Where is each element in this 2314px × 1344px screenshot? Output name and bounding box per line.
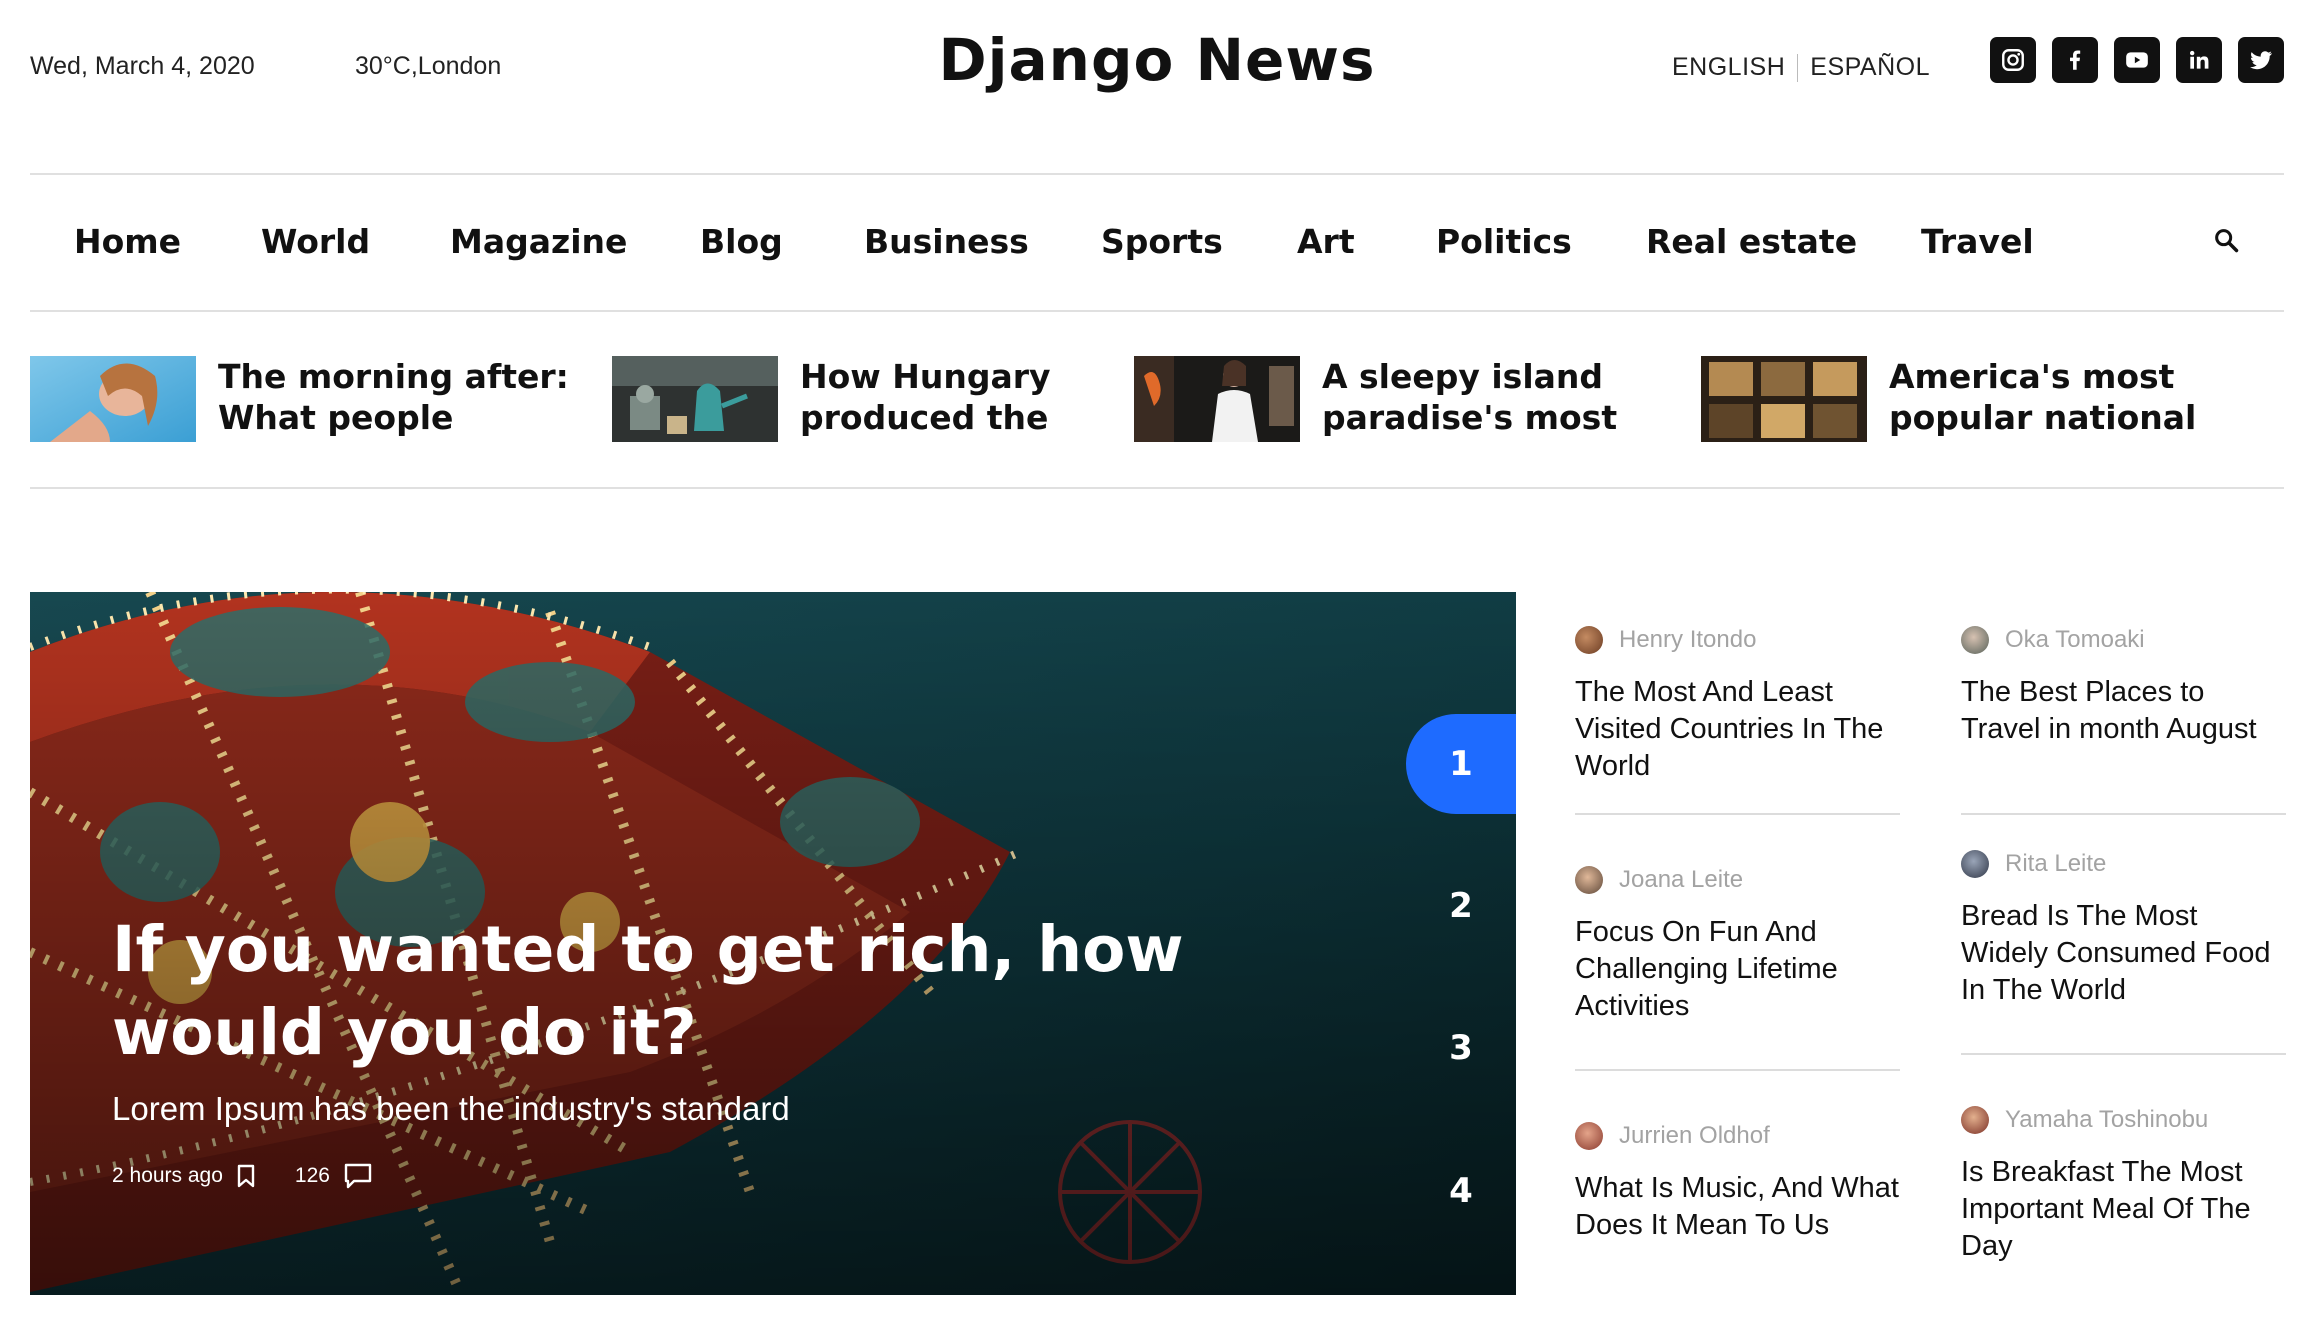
trending-item[interactable]: How Hungary produced the (612, 356, 1180, 442)
article-title[interactable]: Focus On Fun And Challenging Lifetime Ac… (1575, 914, 1900, 1025)
trending-thumbnail (612, 356, 778, 442)
facebook-icon[interactable] (2052, 37, 2098, 83)
side-article[interactable]: Henry Itondo The Most And Least Visited … (1575, 626, 1900, 785)
nav-blog[interactable]: Blog (700, 222, 783, 261)
pager-item-4[interactable]: 4 (1406, 1141, 1516, 1241)
nav-sports[interactable]: Sports (1101, 222, 1223, 261)
article-divider (1961, 1053, 2286, 1055)
side-article[interactable]: Joana Leite Focus On Fun And Challenging… (1575, 866, 1900, 1025)
pager-item-1[interactable]: 1 (1406, 714, 1516, 814)
trending-title[interactable]: A sleepy island paradise's most (1322, 356, 1702, 442)
article-title[interactable]: What Is Music, And What Does It Mean To … (1575, 1170, 1900, 1244)
trending-title[interactable]: How Hungary produced the (800, 356, 1180, 442)
article-title[interactable]: Is Breakfast The Most Important Meal Of … (1961, 1154, 2286, 1265)
nav-politics[interactable]: Politics (1436, 222, 1572, 261)
author-name[interactable]: Henry Itondo (1619, 626, 1756, 654)
side-article[interactable]: Rita Leite Bread Is The Most Widely Cons… (1961, 850, 2286, 1009)
lang-english[interactable]: ENGLISH (1672, 53, 1785, 82)
comment-count: 126 (294, 1164, 330, 1187)
nav-art[interactable]: Art (1297, 222, 1355, 261)
trending-thumbnail (30, 356, 196, 442)
trending-title[interactable]: The morning after: What people (218, 356, 598, 442)
author-row: Yamaha Toshinobu (1961, 1106, 2286, 1134)
nav-travel[interactable]: Travel (1921, 222, 2034, 261)
hero-subtitle: Lorem Ipsum has been the industry's stan… (112, 1090, 790, 1127)
avatar (1575, 866, 1603, 894)
nav-business[interactable]: Business (864, 222, 1029, 261)
language-divider (1797, 53, 1799, 82)
trending-item[interactable]: A sleepy island paradise's most (1134, 356, 1702, 442)
header-divider-top (30, 173, 2284, 175)
trending-item[interactable]: America's most popular national (1701, 356, 2269, 442)
nav-real-estate[interactable]: Real estate (1646, 222, 1857, 261)
language-switcher: ENGLISH ESPAÑOL (1672, 53, 1930, 82)
author-row: Joana Leite (1575, 866, 1900, 894)
author-name[interactable]: Joana Leite (1619, 866, 1743, 894)
author-name[interactable]: Yamaha Toshinobu (2005, 1106, 2208, 1134)
avatar (1961, 626, 1989, 654)
pager-item-2[interactable]: 2 (1406, 856, 1516, 956)
lang-espanol[interactable]: ESPAÑOL (1810, 53, 1930, 82)
nav-world[interactable]: World (261, 222, 370, 261)
site-logo-text[interactable]: Django News (939, 26, 1376, 94)
nav-home[interactable]: Home (74, 222, 181, 261)
article-title[interactable]: Bread Is The Most Widely Consumed Food I… (1961, 898, 2286, 1009)
author-row: Henry Itondo (1575, 626, 1900, 654)
bookmark-icon[interactable] (237, 1164, 255, 1188)
hero-time: 2 hours ago (112, 1164, 223, 1187)
trending-title[interactable]: America's most popular national (1889, 356, 2269, 442)
article-divider (1575, 1069, 1900, 1071)
side-article[interactable]: Oka Tomoaki The Best Places to Travel in… (1961, 626, 2286, 748)
side-article[interactable]: Yamaha Toshinobu Is Breakfast The Most I… (1961, 1106, 2286, 1265)
side-article[interactable]: Jurrien Oldhof What Is Music, And What D… (1575, 1122, 1900, 1244)
author-row: Oka Tomoaki (1961, 626, 2286, 654)
avatar (1961, 850, 1989, 878)
article-divider (1575, 813, 1900, 815)
avatar (1575, 1122, 1603, 1150)
avatar (1575, 626, 1603, 654)
top-bar: Wed, March 4, 2020 30°C,London Django Ne… (30, 0, 2284, 130)
linkedin-icon[interactable] (2176, 37, 2222, 83)
author-name[interactable]: Jurrien Oldhof (1619, 1122, 1770, 1150)
hero-meta: 2 hours ago 126 (112, 1163, 372, 1189)
site-logo[interactable]: Django News (30, 26, 2284, 94)
article-title[interactable]: The Best Places to Travel in month Augus… (1961, 674, 2286, 748)
author-name[interactable]: Rita Leite (2005, 850, 2106, 878)
trending-item[interactable]: The morning after: What people (30, 356, 598, 442)
hero-title[interactable]: If you wanted to get rich, how would you… (112, 908, 1212, 1074)
nav-magazine[interactable]: Magazine (450, 222, 627, 261)
trending-divider (30, 487, 2284, 489)
avatar (1961, 1106, 1989, 1134)
social-links (1990, 37, 2284, 83)
hero-slider[interactable]: If you wanted to get rich, how would you… (30, 592, 1516, 1295)
instagram-icon[interactable] (1990, 37, 2036, 83)
comment-icon[interactable] (344, 1163, 372, 1189)
article-divider (1961, 813, 2286, 815)
author-row: Rita Leite (1961, 850, 2286, 878)
author-row: Jurrien Oldhof (1575, 1122, 1900, 1150)
article-title[interactable]: The Most And Least Visited Countries In … (1575, 674, 1900, 785)
author-name[interactable]: Oka Tomoaki (2005, 626, 2145, 654)
twitter-icon[interactable] (2238, 37, 2284, 83)
search-icon[interactable] (2212, 226, 2240, 254)
youtube-icon[interactable] (2114, 37, 2160, 83)
pager-item-3[interactable]: 3 (1406, 998, 1516, 1098)
trending-thumbnail (1701, 356, 1867, 442)
trending-thumbnail (1134, 356, 1300, 442)
nav-divider (30, 310, 2284, 312)
